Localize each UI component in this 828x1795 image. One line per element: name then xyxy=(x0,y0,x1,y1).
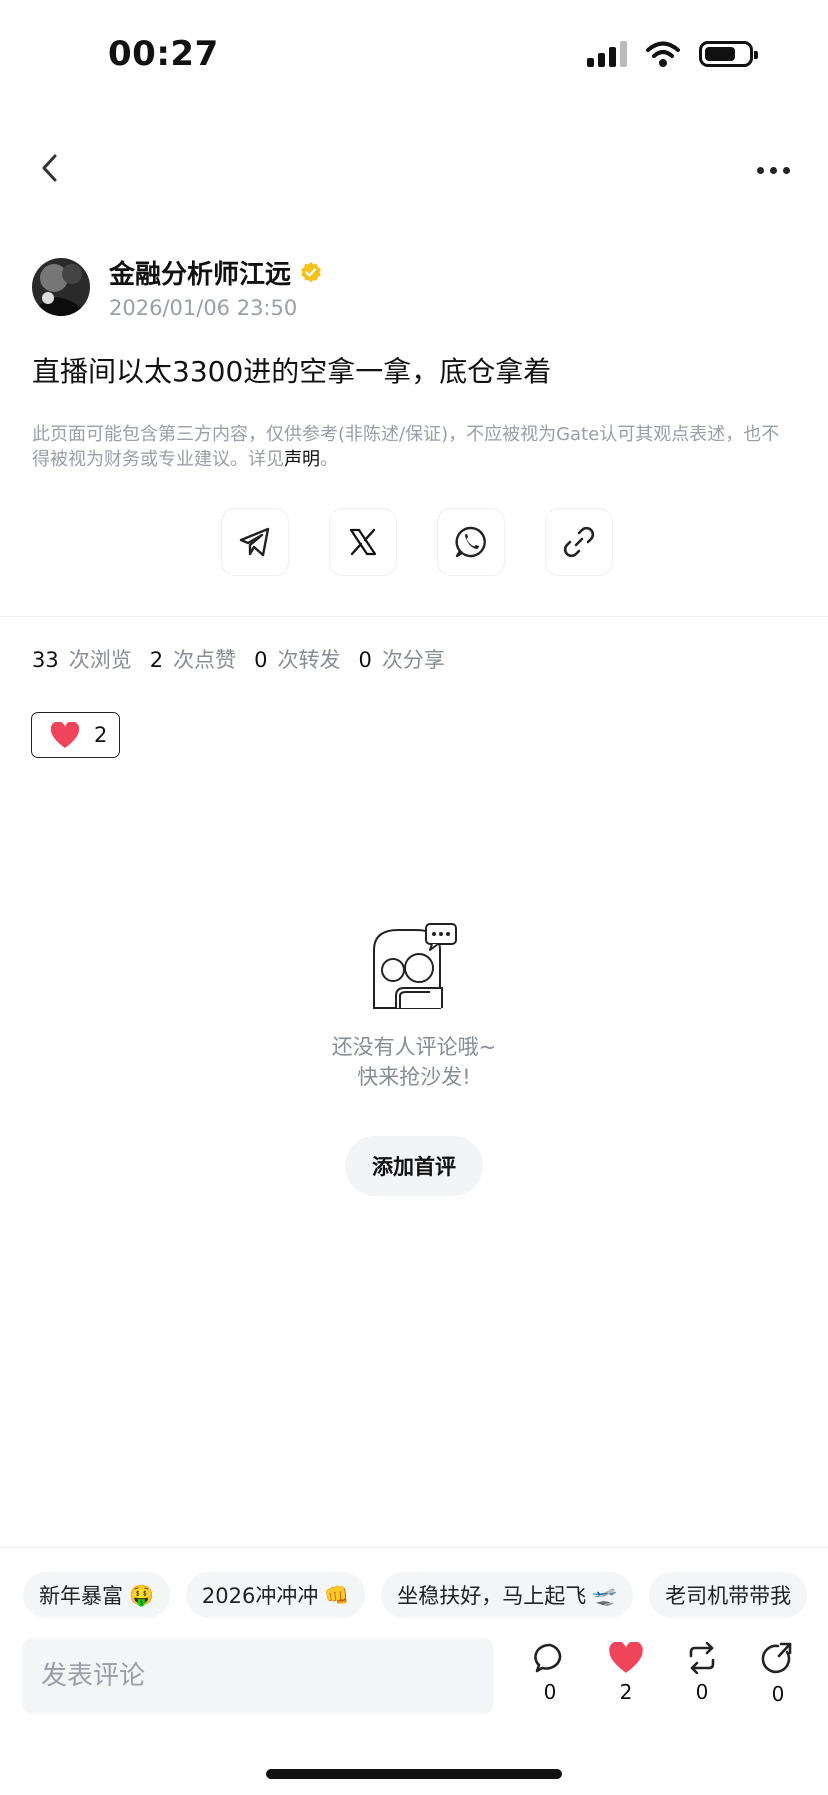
empty-comments-text: 还没有人评论哦~ 快来抢沙发! xyxy=(0,1032,828,1092)
disclaimer-text: 此页面可能包含第三方内容，仅供参考(非陈述/保证)，不应被视为Gate认可其观点… xyxy=(32,424,780,470)
comment-button[interactable]: 0 xyxy=(520,1642,580,1704)
cellular-signal-icon xyxy=(587,41,627,67)
views-label: 次浏览 xyxy=(68,648,132,672)
wifi-icon xyxy=(646,41,680,67)
likes-label: 次点赞 xyxy=(173,648,237,672)
fist-emoji: 👊 xyxy=(324,1583,350,1607)
battery-icon xyxy=(699,41,758,67)
share-telegram-button[interactable] xyxy=(221,508,289,576)
comment-input[interactable] xyxy=(23,1638,493,1714)
chevron-left-icon xyxy=(42,154,57,182)
more-button[interactable] xyxy=(748,150,798,190)
status-time: 00:27 xyxy=(108,34,219,74)
telegram-icon xyxy=(239,527,270,557)
verified-badge-icon xyxy=(301,261,322,282)
share-row xyxy=(0,508,828,576)
post-timestamp: 2026/01/06 23:50 xyxy=(109,296,298,320)
reposts-count: 0 xyxy=(254,648,268,672)
like-count: 2 xyxy=(619,1680,633,1704)
quick-comment-chip[interactable]: 坐稳扶好，马上起飞 🛫 xyxy=(381,1572,634,1618)
more-dots-icon xyxy=(756,166,764,174)
share-button[interactable]: 0 xyxy=(748,1642,808,1706)
empty-line-2: 快来抢沙发! xyxy=(357,1065,471,1089)
chip-label: 新年暴富 xyxy=(39,1584,123,1608)
link-icon xyxy=(563,526,595,558)
bottom-divider xyxy=(0,1547,828,1548)
disclaimer-link[interactable]: 声明 xyxy=(284,449,320,470)
likes-count: 2 xyxy=(149,648,164,672)
repost-button[interactable]: 0 xyxy=(672,1642,732,1704)
author-name[interactable]: 金融分析师江远 xyxy=(109,254,291,291)
heart-filled-icon xyxy=(609,1642,643,1673)
post-stats: 33 次浏览 2 次点赞 0 次转发 0 次分享 xyxy=(32,644,445,674)
like-button[interactable]: 2 xyxy=(596,1642,656,1704)
share-count: 0 xyxy=(771,1682,785,1706)
reaction-count: 2 xyxy=(94,723,108,747)
author-name-row[interactable]: 金融分析师江远 xyxy=(109,254,323,291)
author-avatar[interactable] xyxy=(32,258,90,316)
disclaimer: 此页面可能包含第三方内容，仅供参考(非陈述/保证)，不应被视为Gate认可其观点… xyxy=(32,422,792,472)
shares-label: 次分享 xyxy=(381,648,445,672)
back-button[interactable] xyxy=(30,148,70,188)
views-count: 33 xyxy=(32,648,59,672)
shares-count: 0 xyxy=(358,648,372,672)
comment-count: 0 xyxy=(543,1680,557,1704)
heart-reaction-button[interactable]: 2 xyxy=(31,712,120,758)
quick-comment-chip[interactable]: 老司机带带我 xyxy=(649,1572,808,1618)
whatsapp-icon xyxy=(455,526,486,558)
repost-icon xyxy=(689,1642,715,1674)
share-arrow-icon xyxy=(761,1642,792,1674)
chip-label: 老司机带带我 xyxy=(665,1584,792,1608)
heart-icon xyxy=(50,721,80,748)
reposts-label: 次转发 xyxy=(277,648,341,672)
x-icon xyxy=(349,528,377,556)
status-icons xyxy=(587,40,758,68)
disclaimer-suffix: 。 xyxy=(320,449,338,470)
add-first-comment-button[interactable]: 添加首评 xyxy=(345,1136,483,1196)
quick-comment-chip[interactable]: 新年暴富 🤑 xyxy=(23,1572,170,1618)
post-content: 直播间以太3300进的空拿一拿，底仓拿着 xyxy=(32,355,552,388)
comment-bubble-icon xyxy=(534,1643,562,1673)
chip-label: 坐稳扶好，马上起飞 xyxy=(397,1584,587,1608)
divider xyxy=(0,616,828,617)
share-x-button[interactable] xyxy=(329,508,397,576)
copy-link-button[interactable] xyxy=(545,508,613,576)
quick-comment-chips: 新年暴富 🤑 2026冲冲冲 👊 坐稳扶好，马上起飞 🛫 老司机带带我 xyxy=(23,1572,808,1618)
no-comments-illustration xyxy=(373,923,457,1009)
chip-label: 2026冲冲冲 xyxy=(201,1584,319,1608)
post-actions: 0 2 0 0 xyxy=(520,1642,820,1722)
quick-comment-chip[interactable]: 2026冲冲冲 👊 xyxy=(185,1572,366,1618)
share-whatsapp-button[interactable] xyxy=(437,508,505,576)
airplane-emoji: 🛫 xyxy=(592,1583,618,1607)
home-indicator xyxy=(266,1769,562,1779)
repost-count: 0 xyxy=(695,1680,709,1704)
empty-line-1: 还没有人评论哦~ xyxy=(331,1035,497,1059)
money-face-emoji: 🤑 xyxy=(129,1583,154,1607)
